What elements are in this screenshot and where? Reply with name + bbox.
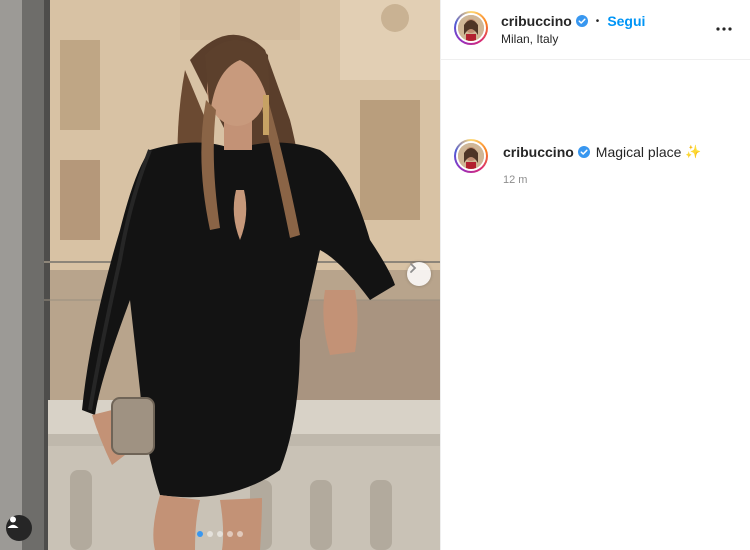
more-options-icon [716,27,732,31]
caption-text: Magical place [595,144,682,160]
post-image [0,0,440,550]
carousel-dot-3 [217,531,223,537]
location-link[interactable]: Milan, Italy [501,32,558,46]
separator-dot: • [595,15,600,27]
caption-username[interactable]: cribuccino [503,144,574,160]
post-side-panel: cribuccino • Segui Milan, Italy cribucci… [440,0,750,550]
carousel-next-button[interactable] [407,262,431,286]
avatar-image [458,143,484,169]
verified-badge-icon [575,15,588,27]
chevron-right-icon [410,263,417,273]
verified-badge-icon [577,146,590,158]
sparkles-emoji: ✨ [685,144,702,159]
user-tag-icon [7,516,19,528]
follow-button[interactable]: Segui [607,13,645,29]
avatar-image [458,15,484,41]
carousel-dot-1 [197,531,203,537]
carousel-dot-4 [227,531,233,537]
carousel-indicator [0,531,440,537]
carousel-dot-5 [237,531,243,537]
avatar[interactable] [454,11,488,45]
carousel-dot-2 [207,531,213,537]
post-photo [0,0,440,550]
header-username[interactable]: cribuccino [501,13,572,29]
user-tag-button[interactable] [6,515,32,541]
more-options-button[interactable] [712,17,736,41]
caption-avatar[interactable] [454,139,488,173]
post-timestamp[interactable]: 12 m [503,174,527,186]
caption-comment: cribuccino Magical place ✨ 12 m [441,60,750,186]
post-header: cribuccino • Segui Milan, Italy [441,0,750,60]
